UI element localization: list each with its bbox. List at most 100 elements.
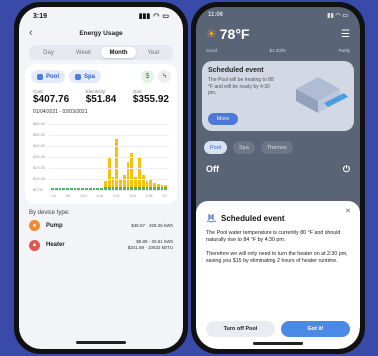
chart-bar[interactable] [149,179,153,190]
usage-card: Pool Spa $ ϟ Cost: $407.76 Electricity: … [25,64,177,204]
x-tick-label: 1/8 [65,194,71,198]
cost-gas-value: $355.92 [132,94,169,105]
status-bar: 11:06 ▮▮ ◠ ▭ [196,7,360,23]
x-tick-label: 1/20 [112,194,120,198]
scheduled-event-card[interactable]: Scheduled event The Pool will be heating… [202,61,354,131]
chart-bar[interactable] [122,175,126,190]
chart-bar[interactable] [107,157,111,190]
sheet-actions: Turn off Pool Got it! [206,321,350,337]
usage-chart[interactable]: 1/4 1/8 1/12 1/16 1/20 1/24 1/28 2/1 $60.00 $50.… [33,118,169,198]
bar-gas [122,175,126,187]
heater-gas-usage: $341.69 · 10632 kBTU [127,245,173,250]
pool-filter-label: Pool [46,73,59,80]
sun-icon: ☀ [206,27,217,41]
chart-bar[interactable] [145,181,149,190]
x-tick-label: 1/16 [96,194,104,198]
card-text: The Pool will be heating to 88 °F and wi… [208,77,274,96]
date-range: 01/04/2021 - 02/03/2021 [33,109,88,115]
wifi-icon: ◠ [153,13,160,20]
status-icons: ▮▮▮ ◠ ▭ [139,12,169,20]
chart-bar[interactable] [103,181,107,190]
bar-gas [126,162,130,187]
pump-icon: ● [29,220,40,231]
y-tick-label: $20.00 [33,165,46,170]
signal-icon: ▮▮▮ [138,13,151,20]
energy-toggle-button[interactable]: ϟ [158,70,171,83]
x-tick-label: 1/28 [145,194,153,198]
chart-x-axis: 1/4 1/8 1/12 1/16 1/20 1/24 1/28 2/1 [51,194,167,198]
body-tabs: Pool Spa Themes [196,137,360,158]
cost-electricity-value: $51.84 [85,94,117,105]
sheet-title: Scheduled event [221,213,285,223]
bar-gas [137,157,141,187]
tab-week[interactable]: Week [66,47,101,58]
x-tick-label: 1/4 [51,194,56,198]
y-tick-label: $30.00 [33,154,46,159]
pool-state: Off ⏻ [196,158,360,181]
status-time: 3:19 [33,12,48,20]
tab-day[interactable]: Day [31,47,66,58]
temperature: 78°F [219,26,250,42]
chart-bar[interactable] [119,179,122,190]
pool-screen: 11:06 ▮▮ ◠ ▭ ☀ 78°F ☰ Good $1.20/hr Part… [196,7,360,349]
tab-pool[interactable]: Pool [204,141,228,154]
y-tick-label: $10.00 [33,176,46,181]
tab-year[interactable]: Year [136,47,171,58]
device-row-heater[interactable]: ▲ Heater $5.89 · 20.61 kWh $341.69 · 106… [29,239,173,251]
tab-spa[interactable]: Spa [233,141,255,154]
device-name-heater: Heater [46,242,65,248]
chart-bar[interactable] [153,183,156,190]
pool-icon [37,73,43,80]
sheet-paragraph-2: Therefore we will only need to turn the … [206,250,348,265]
heater-icon: ▲ [29,239,40,251]
pool-ladder-icon [206,214,216,223]
cost-summary: Cost: $407.76 Electricity: $51.84 Gas: $… [33,89,169,105]
dollar-toggle-button[interactable]: $ [141,70,154,83]
phone-scheduled-event: 11:06 ▮▮ ◠ ▭ ☀ 78°F ☰ Good $1.20/hr Part… [191,2,365,354]
spa-filter-button[interactable]: Spa [69,70,102,83]
bar-gas [107,157,111,187]
close-icon[interactable]: ✕ [345,207,351,215]
home-indicator[interactable] [253,342,303,345]
cost-electricity: Electricity: $51.84 [86,89,117,105]
home-indicator[interactable] [76,341,126,344]
y-tick-label: $60.00 [33,121,46,126]
gridline [49,190,169,191]
turn-off-pool-button[interactable]: Turn off Pool [206,321,275,337]
page-title: Energy Usage [79,29,123,37]
more-button[interactable]: More [208,113,238,125]
gridline [49,168,169,169]
chart-bar[interactable] [137,157,141,190]
bar-gas [149,179,153,187]
power-icon[interactable]: ⏻ [343,164,350,175]
y-tick-label: $50.00 [33,132,46,137]
pump-usage: $45.97 · 328.26 kWh [131,222,173,228]
device-name-pump: Pump [46,222,63,229]
chart-bars [51,130,168,190]
energy-screen: 3:19 ▮▮▮ ◠ ▭ ‹ Energy Usage Day Week Mon… [19,7,183,349]
spa-icon [75,73,81,80]
period-tabs: Day Week Month Year [29,45,173,60]
pool-filter-button[interactable]: Pool [31,70,65,83]
chart-bar[interactable] [130,153,134,190]
chart-bar[interactable] [141,175,145,190]
pool-state-label: Off [206,164,219,174]
device-row-pump[interactable]: ● Pump $45.97 · 328.26 kWh [29,220,173,231]
menu-icon[interactable]: ☰ [341,29,350,40]
bar-gas [130,153,134,187]
spa-filter-label: Spa [84,73,96,80]
weather-stats: Good $1.20/hr Partly [196,45,360,55]
tab-themes[interactable]: Themes [260,141,293,154]
tab-month[interactable]: Month [101,47,136,58]
bar-gas [119,179,122,187]
chart-bar[interactable] [126,162,130,190]
stat-quality: Good [206,47,218,53]
back-icon[interactable]: ‹ [29,27,33,39]
x-tick-label: 1/12 [79,194,87,198]
battery-icon: ▭ [162,13,169,20]
device-values-pump: $45.97 · 328.26 kWh [131,223,173,229]
got-it-button[interactable]: Got it! [281,321,350,337]
sheet-paragraph-1: The Pool water temperature is currently … [206,230,341,244]
gridline [49,124,169,125]
device-section-title: By device type: [29,210,70,216]
